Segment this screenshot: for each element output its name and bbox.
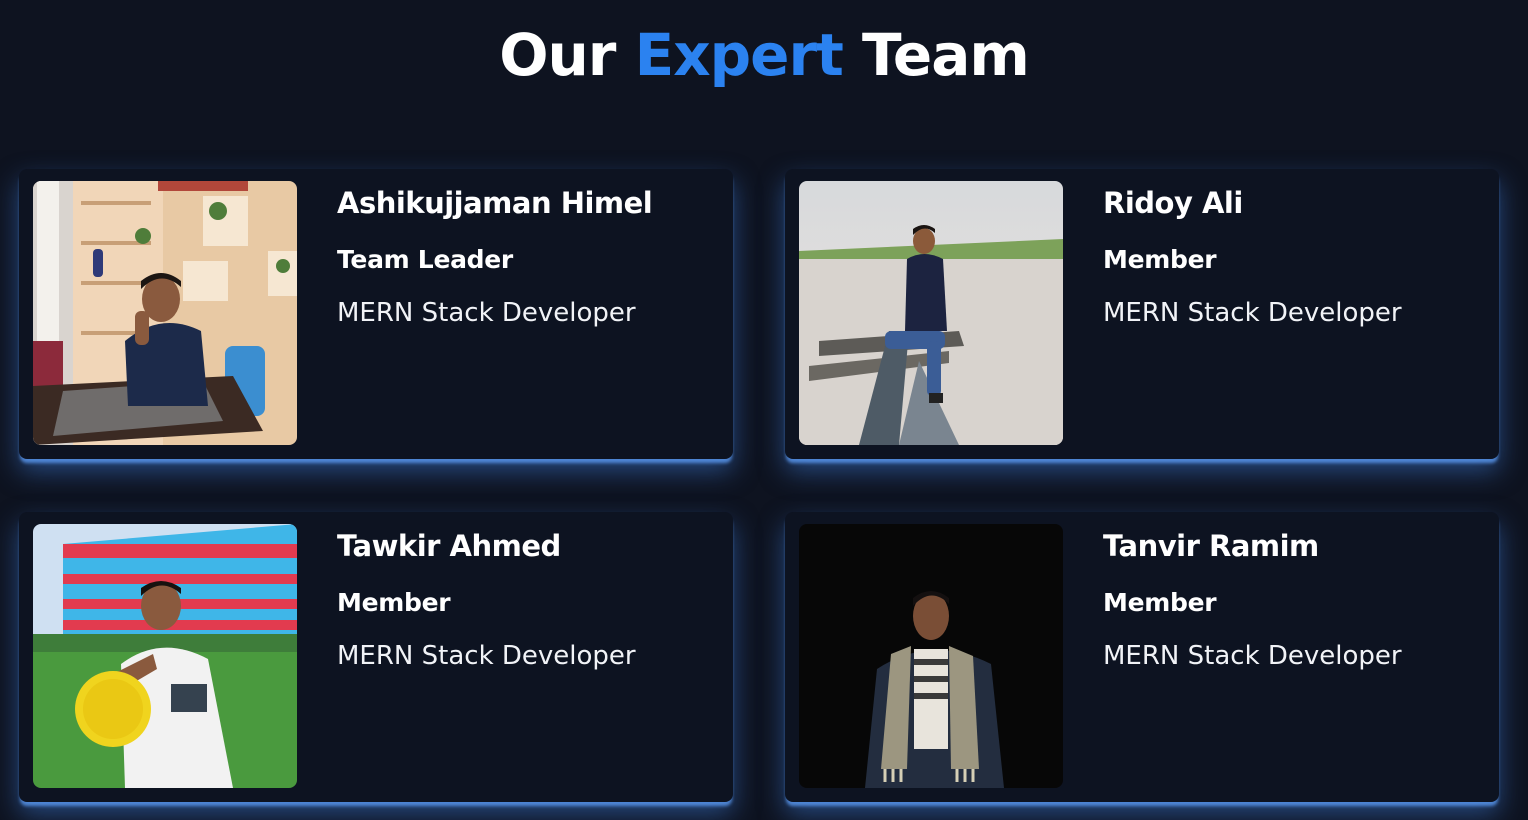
team-section: Our Expert Team Ashikujjaman Himel Team …: [0, 0, 1528, 820]
team-card: Ashikujjaman Himel Team Leader MERN Stac…: [19, 169, 733, 459]
member-title: MERN Stack Developer: [1103, 298, 1402, 328]
member-photo: [799, 524, 1063, 788]
member-name: Ashikujjaman Himel: [337, 186, 653, 220]
member-title: MERN Stack Developer: [337, 641, 636, 671]
member-title: MERN Stack Developer: [1103, 641, 1402, 671]
member-info: Ashikujjaman Himel Team Leader MERN Stac…: [337, 185, 653, 329]
member-photo: [33, 524, 297, 788]
member-info: Ridoy Ali Member MERN Stack Developer: [1103, 185, 1402, 329]
member-name: Ridoy Ali: [1103, 186, 1243, 220]
member-info: Tawkir Ahmed Member MERN Stack Developer: [337, 528, 636, 672]
heading-part1: Our: [499, 21, 616, 89]
member-role: Member: [337, 588, 451, 617]
team-card: Tanvir Ramim Member MERN Stack Developer: [785, 512, 1499, 802]
member-role: Member: [1103, 588, 1217, 617]
member-title: MERN Stack Developer: [337, 298, 636, 328]
heading-accent: Expert: [634, 21, 844, 89]
team-card: Tawkir Ahmed Member MERN Stack Developer: [19, 512, 733, 802]
section-heading: Our Expert Team: [0, 22, 1528, 88]
member-info: Tanvir Ramim Member MERN Stack Developer: [1103, 528, 1402, 672]
member-name: Tanvir Ramim: [1103, 529, 1319, 563]
heading-part2: Team: [862, 21, 1030, 89]
team-card: Ridoy Ali Member MERN Stack Developer: [785, 169, 1499, 459]
member-name: Tawkir Ahmed: [337, 529, 561, 563]
member-role: Team Leader: [337, 245, 513, 274]
member-role: Member: [1103, 245, 1217, 274]
member-photo: [799, 181, 1063, 445]
member-photo: [33, 181, 297, 445]
